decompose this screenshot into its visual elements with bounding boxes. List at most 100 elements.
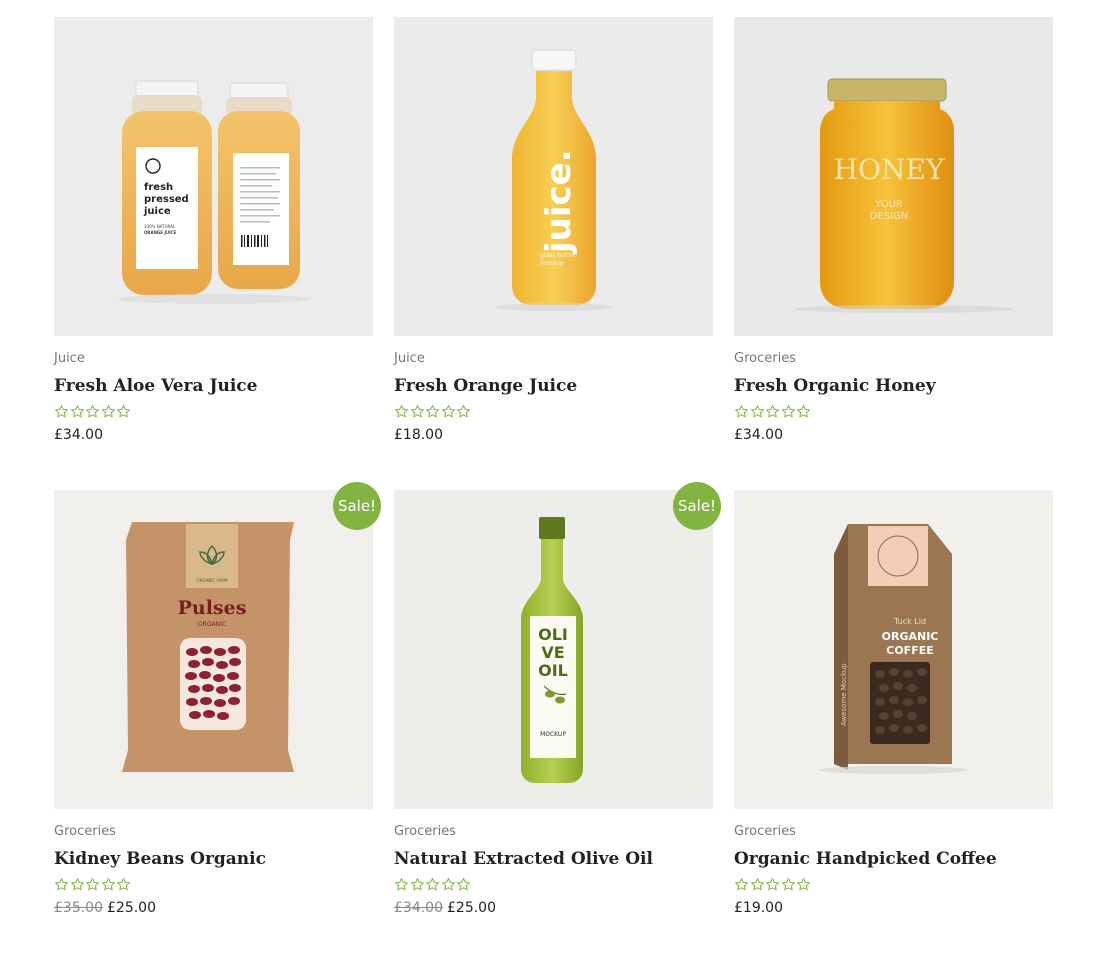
star-icon xyxy=(55,404,68,417)
star-icon xyxy=(395,877,408,890)
star-icon xyxy=(86,404,99,417)
sale-badge: Sale! xyxy=(333,482,381,530)
svg-text:COFFEE: COFFEE xyxy=(886,644,933,657)
svg-text:Tuck Lid: Tuck Lid xyxy=(893,617,926,626)
star-rating xyxy=(54,403,373,419)
star-rating xyxy=(394,876,713,892)
star-icon xyxy=(735,877,748,890)
sale-badge: Sale! xyxy=(673,482,721,530)
star-icon xyxy=(101,877,115,890)
svg-text:juice: juice xyxy=(143,206,171,217)
product-price: £34.00 xyxy=(54,426,373,444)
product-title[interactable]: Fresh Orange Juice xyxy=(394,376,713,396)
star-icon xyxy=(457,404,470,417)
star-icon xyxy=(797,877,810,890)
star-rating xyxy=(394,403,713,419)
product-card[interactable]: HONEY YOUR DESIGN Groceries Fresh Organi… xyxy=(734,17,1053,490)
product-price: £34.00 £25.00 xyxy=(394,899,713,917)
product-title[interactable]: Fresh Aloe Vera Juice xyxy=(54,376,373,396)
svg-text:glass bottle: glass bottle xyxy=(540,252,575,259)
pulses-bag-illustration: ORGANIC FARM Pulses ORGANIC xyxy=(54,490,373,809)
svg-text:YOUR: YOUR xyxy=(874,199,903,210)
product-card[interactable]: ORGANIC FARM Pulses ORGANIC Sale! Grocer… xyxy=(54,482,381,963)
current-price: £19.00 xyxy=(734,900,783,916)
product-category[interactable]: Groceries xyxy=(54,824,373,840)
product-title[interactable]: Kidney Beans Organic xyxy=(54,849,373,869)
juice-bottles-illustration: fresh pressed juice 100% NATURAL ORANGE … xyxy=(54,17,373,336)
product-category[interactable]: Groceries xyxy=(734,351,1053,367)
product-image[interactable]: OLI VE OIL MOCKUP Sale! xyxy=(394,482,721,809)
star-icon xyxy=(781,404,795,417)
current-price: £34.00 xyxy=(734,427,783,443)
star-icon xyxy=(457,877,470,890)
svg-text:Pulses: Pulses xyxy=(178,597,247,619)
star-icon xyxy=(766,404,779,417)
star-icon xyxy=(735,404,748,417)
product-title[interactable]: Fresh Organic Honey xyxy=(734,376,1053,396)
star-icon xyxy=(750,404,764,417)
star-icon xyxy=(70,877,84,890)
product-card[interactable]: OLI VE OIL MOCKUP Sale! Groceries Natura… xyxy=(394,482,721,963)
svg-text:ORANGE JUICE: ORANGE JUICE xyxy=(144,230,176,235)
coffee-box-illustration: Tuck Lid ORGANIC COFFEE Awesome Mockup xyxy=(734,490,1053,809)
svg-text:DESIGN: DESIGN xyxy=(870,211,909,222)
sale-price: £25.00 xyxy=(107,900,156,916)
star-icon xyxy=(117,404,130,417)
product-image[interactable]: ORGANIC FARM Pulses ORGANIC Sale! xyxy=(54,482,381,809)
svg-text:OLI: OLI xyxy=(538,625,568,644)
product-category[interactable]: Juice xyxy=(54,351,373,367)
star-icon xyxy=(766,877,779,890)
product-category[interactable]: Groceries xyxy=(394,824,713,840)
star-icon xyxy=(426,877,439,890)
svg-text:OIL: OIL xyxy=(538,661,568,680)
product-image[interactable]: fresh pressed juice 100% NATURAL ORANGE … xyxy=(54,17,373,336)
star-icon xyxy=(410,404,424,417)
star-rating xyxy=(734,403,1053,419)
product-price: £35.00 £25.00 xyxy=(54,899,373,917)
svg-text:MOCKUP: MOCKUP xyxy=(540,731,566,738)
star-icon xyxy=(441,877,455,890)
svg-text:fresh: fresh xyxy=(144,182,173,193)
product-price: £34.00 xyxy=(734,426,1053,444)
star-rating xyxy=(734,876,1053,892)
svg-text:pressed: pressed xyxy=(144,194,189,205)
current-price: £18.00 xyxy=(394,427,443,443)
product-card[interactable]: Tuck Lid ORGANIC COFFEE Awesome Mockup G… xyxy=(734,490,1053,963)
old-price: £35.00 xyxy=(54,900,103,916)
product-image[interactable]: juice. glass bottle mockup xyxy=(394,17,713,336)
svg-text:ORGANIC FARM: ORGANIC FARM xyxy=(197,578,228,583)
product-price: £19.00 xyxy=(734,899,1053,917)
svg-text:juice.: juice. xyxy=(539,149,579,255)
star-icon xyxy=(797,404,810,417)
star-icon xyxy=(410,877,424,890)
old-price: £34.00 xyxy=(394,900,443,916)
product-category[interactable]: Juice xyxy=(394,351,713,367)
svg-text:100% NATURAL: 100% NATURAL xyxy=(144,224,176,229)
juice-bottle-illustration: juice. glass bottle mockup xyxy=(394,17,713,336)
product-title[interactable]: Organic Handpicked Coffee xyxy=(734,849,1053,869)
product-image[interactable]: Tuck Lid ORGANIC COFFEE Awesome Mockup xyxy=(734,490,1053,809)
star-icon xyxy=(426,404,439,417)
svg-text:HONEY: HONEY xyxy=(834,153,945,186)
star-icon xyxy=(750,877,764,890)
star-icon xyxy=(70,404,84,417)
svg-text:mockup: mockup xyxy=(540,260,564,267)
star-icon xyxy=(101,404,115,417)
product-card[interactable]: fresh pressed juice 100% NATURAL ORANGE … xyxy=(54,17,373,490)
star-icon xyxy=(86,877,99,890)
star-rating xyxy=(54,876,373,892)
star-icon xyxy=(781,877,795,890)
product-image[interactable]: HONEY YOUR DESIGN xyxy=(734,17,1053,336)
olive-oil-bottle-illustration: OLI VE OIL MOCKUP xyxy=(394,490,713,809)
star-icon xyxy=(395,404,408,417)
star-icon xyxy=(117,877,130,890)
star-icon xyxy=(55,877,68,890)
product-category[interactable]: Groceries xyxy=(734,824,1053,840)
svg-text:Awesome Mockup: Awesome Mockup xyxy=(840,663,848,726)
svg-text:VE: VE xyxy=(541,643,564,662)
honey-jar-illustration: HONEY YOUR DESIGN xyxy=(734,17,1053,336)
svg-text:ORGANIC: ORGANIC xyxy=(882,630,939,643)
svg-text:ORGANIC: ORGANIC xyxy=(198,621,226,628)
product-title[interactable]: Natural Extracted Olive Oil xyxy=(394,849,713,869)
product-card[interactable]: juice. glass bottle mockup Juice Fresh O… xyxy=(394,17,713,490)
